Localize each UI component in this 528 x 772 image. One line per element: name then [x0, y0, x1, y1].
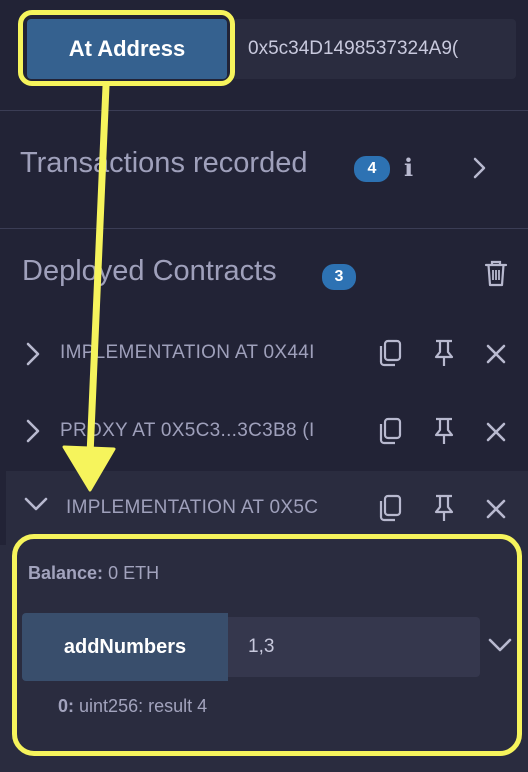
- function-args-input[interactable]: 1,3: [228, 617, 480, 677]
- copy-icon[interactable]: [374, 492, 406, 524]
- result-text: uint256: result 4: [79, 696, 208, 716]
- chevron-down-icon[interactable]: [22, 495, 50, 518]
- contract-label: IMPLEMENTATION AT 0X44I: [60, 342, 315, 363]
- close-icon[interactable]: [480, 338, 512, 370]
- chevron-right-icon[interactable]: [24, 417, 42, 450]
- contract-row-expanded[interactable]: IMPLEMENTATION AT 0X5C: [6, 471, 528, 545]
- copy-icon[interactable]: [374, 415, 406, 447]
- divider: [0, 228, 528, 229]
- pin-icon[interactable]: [428, 415, 460, 447]
- add-numbers-button[interactable]: addNumbers: [22, 613, 228, 681]
- contract-row[interactable]: PROXY AT 0X5C3...3C3B8 (I: [0, 396, 528, 470]
- contract-row[interactable]: IMPLEMENTATION AT 0X44I: [0, 318, 528, 392]
- deployed-count-badge: 3: [322, 264, 356, 290]
- transactions-recorded-title: Transactions recorded: [20, 147, 308, 179]
- chevron-down-icon[interactable]: [486, 636, 514, 659]
- divider: [0, 110, 528, 111]
- balance-display: Balance: 0 ETH: [28, 563, 159, 584]
- chevron-right-icon[interactable]: [470, 155, 490, 186]
- transactions-count-badge: 4: [354, 156, 390, 182]
- balance-value: 0 ETH: [108, 563, 160, 583]
- contract-label: PROXY AT 0X5C3...3C3B8 (I: [60, 420, 315, 441]
- result-index: 0:: [58, 696, 75, 716]
- pin-icon[interactable]: [428, 337, 460, 369]
- deployed-contracts-title: Deployed Contracts: [22, 255, 277, 287]
- chevron-right-icon[interactable]: [24, 340, 42, 373]
- info-icon[interactable]: i: [404, 153, 413, 182]
- balance-label: Balance:: [28, 563, 104, 583]
- copy-icon[interactable]: [374, 337, 406, 369]
- close-icon[interactable]: [480, 493, 512, 525]
- contract-label: IMPLEMENTATION AT 0X5C: [66, 497, 319, 518]
- function-result: 0: uint256: result 4: [58, 696, 207, 717]
- pin-icon[interactable]: [428, 492, 460, 524]
- address-input[interactable]: 0x5c34D1498537324A9(: [232, 19, 516, 79]
- trash-icon[interactable]: [482, 258, 510, 293]
- close-icon[interactable]: [480, 416, 512, 448]
- at-address-button[interactable]: At Address: [27, 19, 227, 79]
